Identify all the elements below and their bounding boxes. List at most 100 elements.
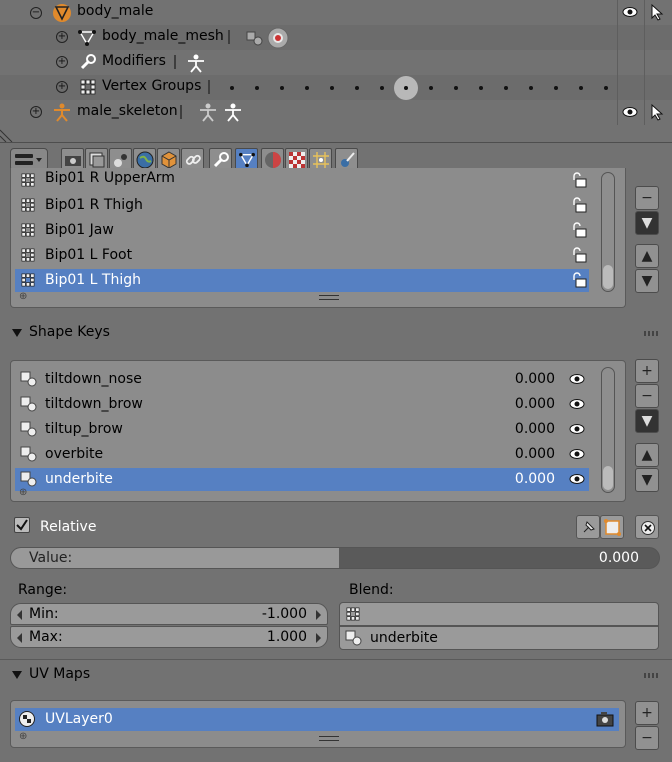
shape-key-specials-button[interactable]: ▼	[635, 409, 659, 433]
armature-object-icon	[53, 4, 71, 22]
outliner-row-mesh[interactable]: + body_male_mesh	[0, 25, 672, 50]
shape-keys-title: Shape Keys	[29, 324, 110, 340]
move-down-button[interactable]: ▼	[635, 468, 659, 492]
shape-key-item[interactable]: tiltdown_brow 0.000	[15, 393, 589, 416]
unlock-icon[interactable]	[571, 197, 587, 213]
shape-key-item[interactable]: overbite 0.000	[15, 443, 589, 466]
blend-vertex-group-field[interactable]	[339, 602, 659, 626]
uv-map-item-selected[interactable]: UVLayer0	[15, 708, 619, 731]
vertex-groups-scrollbar[interactable]	[601, 172, 615, 292]
scrollbar-thumb[interactable]	[603, 265, 613, 289]
eye-icon[interactable]	[622, 6, 638, 18]
uv-map-label: UVLayer0	[45, 711, 113, 727]
expand-icon[interactable]: +	[56, 31, 68, 43]
outliner-row-male-skeleton[interactable]: + male_skeleton	[0, 100, 672, 125]
shape-key-item[interactable]: tiltdown_nose 0.000	[15, 368, 589, 391]
shape-key-value[interactable]: 0.000	[515, 396, 555, 412]
vertex-group-item[interactable]: Bip01 R UpperArm	[15, 169, 589, 192]
corner-resize-handle[interactable]	[0, 124, 14, 142]
vertex-group-label: Bip01 L Thigh	[45, 272, 141, 288]
increment-arrow-icon[interactable]	[316, 610, 321, 620]
uv-maps-header[interactable]: UV Maps	[0, 662, 672, 690]
shape-key-edit-mode-button[interactable]	[600, 515, 624, 539]
collapse-icon[interactable]: −	[30, 7, 42, 19]
decrement-arrow-icon[interactable]	[17, 610, 22, 620]
value-slider[interactable]: Value: 0.000	[10, 547, 660, 569]
eye-icon[interactable]	[569, 448, 585, 460]
cursor-select-icon[interactable]	[651, 103, 664, 121]
relative-checkbox[interactable]	[14, 517, 30, 533]
shape-key-value[interactable]: 0.000	[515, 421, 555, 437]
shape-key-label: underbite	[45, 471, 113, 487]
section-divider	[0, 659, 672, 660]
add-row-icon[interactable]: ⊕	[19, 731, 27, 742]
vertex-group-item-selected[interactable]: Bip01 L Thigh	[15, 269, 589, 292]
vertex-group-item[interactable]: Bip01 L Foot	[15, 244, 589, 267]
add-uv-map-button[interactable]: +	[635, 701, 659, 725]
cursor-select-icon[interactable]	[651, 3, 664, 21]
modifiers-label[interactable]: Modifiers	[102, 53, 166, 69]
vertex-group-item[interactable]: Bip01 Jaw	[15, 219, 589, 242]
scrollbar-thumb[interactable]	[603, 466, 613, 490]
vertex-groups-label[interactable]: Vertex Groups	[102, 78, 201, 94]
shape-key-item[interactable]: tiltup_brow 0.000	[15, 418, 589, 441]
drag-grip-icon[interactable]	[644, 673, 658, 678]
shape-keys-scrollbar[interactable]	[601, 367, 615, 493]
collapse-triangle-icon[interactable]	[12, 671, 22, 679]
remove-vertex-group-button[interactable]: −	[635, 186, 659, 210]
clear-shape-keys-button[interactable]	[635, 515, 659, 539]
unlock-icon[interactable]	[571, 272, 587, 288]
shape-key-lock-button[interactable]	[576, 515, 600, 539]
camera-render-icon[interactable]	[596, 712, 614, 727]
list-resize-grip[interactable]	[319, 295, 339, 300]
increment-arrow-icon[interactable]	[316, 633, 321, 643]
eye-icon[interactable]	[569, 373, 585, 385]
move-up-button[interactable]: ▲	[635, 244, 659, 268]
shape-keys-header[interactable]: Shape Keys	[0, 320, 672, 348]
expand-icon[interactable]: +	[56, 56, 68, 68]
vertex-group-icon	[346, 607, 360, 621]
eye-icon[interactable]	[569, 423, 585, 435]
move-down-button[interactable]: ▼	[635, 269, 659, 293]
max-label: Max:	[29, 629, 63, 645]
shape-keys-list: tiltdown_nose 0.000 tiltdown_brow 0.000 …	[10, 360, 626, 502]
shape-key-value[interactable]: 0.000	[515, 471, 555, 487]
add-shape-key-button[interactable]: +	[635, 359, 659, 383]
expand-icon[interactable]: +	[30, 106, 42, 118]
expand-icon[interactable]: +	[56, 81, 68, 93]
range-min-field[interactable]: Min: -1.000	[10, 603, 328, 625]
shape-key-value[interactable]: 0.000	[515, 446, 555, 462]
vertex-group-label: Bip01 R UpperArm	[45, 170, 175, 186]
unlock-icon[interactable]	[571, 247, 587, 263]
unlock-icon[interactable]	[571, 222, 587, 238]
eye-icon[interactable]	[569, 473, 585, 485]
move-up-button[interactable]: ▲	[635, 443, 659, 467]
decrement-arrow-icon[interactable]	[17, 633, 22, 643]
object-label[interactable]: body_male	[77, 3, 153, 19]
eye-icon[interactable]	[569, 398, 585, 410]
range-max-field[interactable]: Max: 1.000	[10, 626, 328, 648]
vertex-group-icon	[21, 248, 35, 262]
skeleton-label[interactable]: male_skeleton	[77, 103, 178, 119]
add-row-icon[interactable]: ⊕	[19, 487, 27, 498]
armature-data-icon	[225, 103, 241, 122]
relative-key-field[interactable]: underbite	[339, 626, 659, 650]
list-resize-grip[interactable]	[319, 736, 339, 741]
vertex-group-item[interactable]: Bip01 R Thigh	[15, 194, 589, 217]
outliner-row-body-male[interactable]: − body_male	[0, 0, 672, 25]
remove-shape-key-button[interactable]: −	[635, 384, 659, 408]
outliner-row-modifiers[interactable]: + Modifiers	[0, 50, 672, 75]
unlock-icon[interactable]	[571, 172, 587, 188]
eye-icon[interactable]	[622, 106, 638, 118]
mesh-label[interactable]: body_male_mesh	[102, 28, 224, 44]
remove-uv-map-button[interactable]: −	[635, 726, 659, 750]
collapse-triangle-icon[interactable]	[12, 329, 22, 337]
vertex-group-specials-button[interactable]: ▼	[635, 211, 659, 235]
shape-key-item-selected[interactable]: underbite 0.000	[15, 468, 589, 491]
outliner-row-vertex-groups[interactable]: + Vertex Groups	[0, 75, 672, 100]
physics-icon	[341, 152, 355, 167]
drag-grip-icon[interactable]	[644, 331, 658, 336]
shape-key-value[interactable]: 0.000	[515, 371, 555, 387]
add-row-icon[interactable]: ⊕	[19, 291, 27, 302]
max-value: 1.000	[266, 629, 307, 645]
